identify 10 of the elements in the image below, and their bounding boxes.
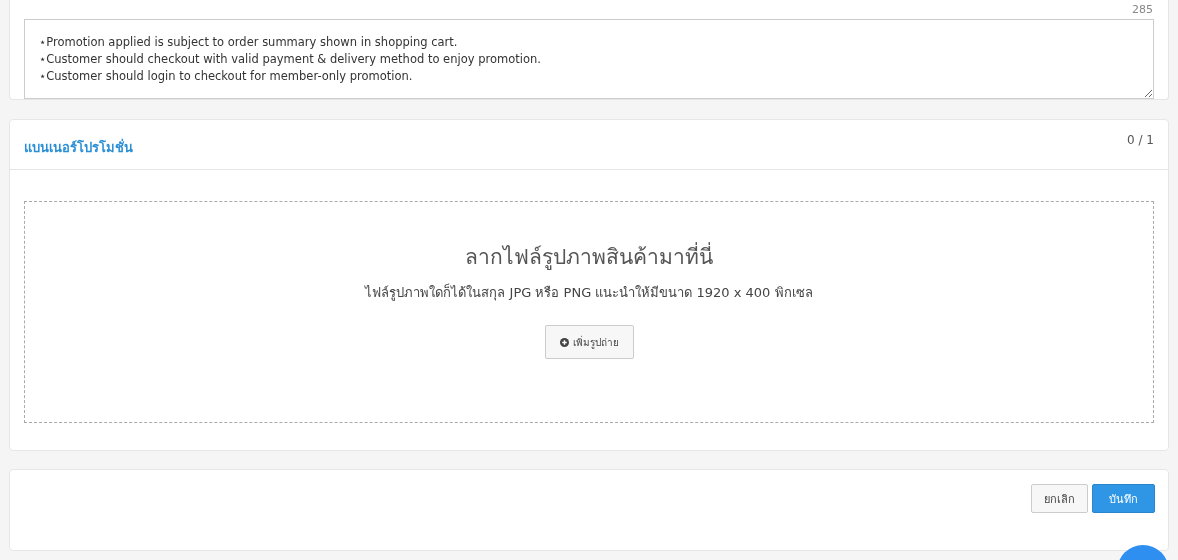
terms-field[interactable]: ⋆Promotion applied is subject to order summary shown in shopping cart. ⋆Customer should checkout with valid payment & delivery method to enjoy promotion. ⋆Customer should login to checkout for member-only promotion. xyxy=(24,19,1154,99)
section-title: แบนเนอร์โปรโมชั่น xyxy=(24,137,133,157)
character-counter: 285 xyxy=(1132,3,1153,16)
add-photo-button[interactable]: เพิ่มรูปถ่าย xyxy=(544,325,634,359)
drop-zone[interactable]: ลากไฟล์รูปภาพสินค้ามาที่นี่ ไฟล์รูปภาพใดก็ได้ในสกุล JPG หรือ PNG แนะนำให้มีขนาด 1920 x 400 พิกเซล เพิ่มรูปถ่าย xyxy=(24,201,1154,423)
plus-circle-icon xyxy=(559,337,569,347)
cancel-button[interactable]: ยกเลิก xyxy=(1031,484,1088,513)
image-count: 0 / 1 xyxy=(1127,132,1154,147)
drop-hint: ไฟล์รูปภาพใดก็ได้ในสกุล JPG หรือ PNG แนะนำให้มีขนาด 1920 x 400 พิกเซล xyxy=(365,282,813,303)
drop-title: ลากไฟล์รูปภาพสินค้ามาที่นี่ xyxy=(465,240,713,273)
